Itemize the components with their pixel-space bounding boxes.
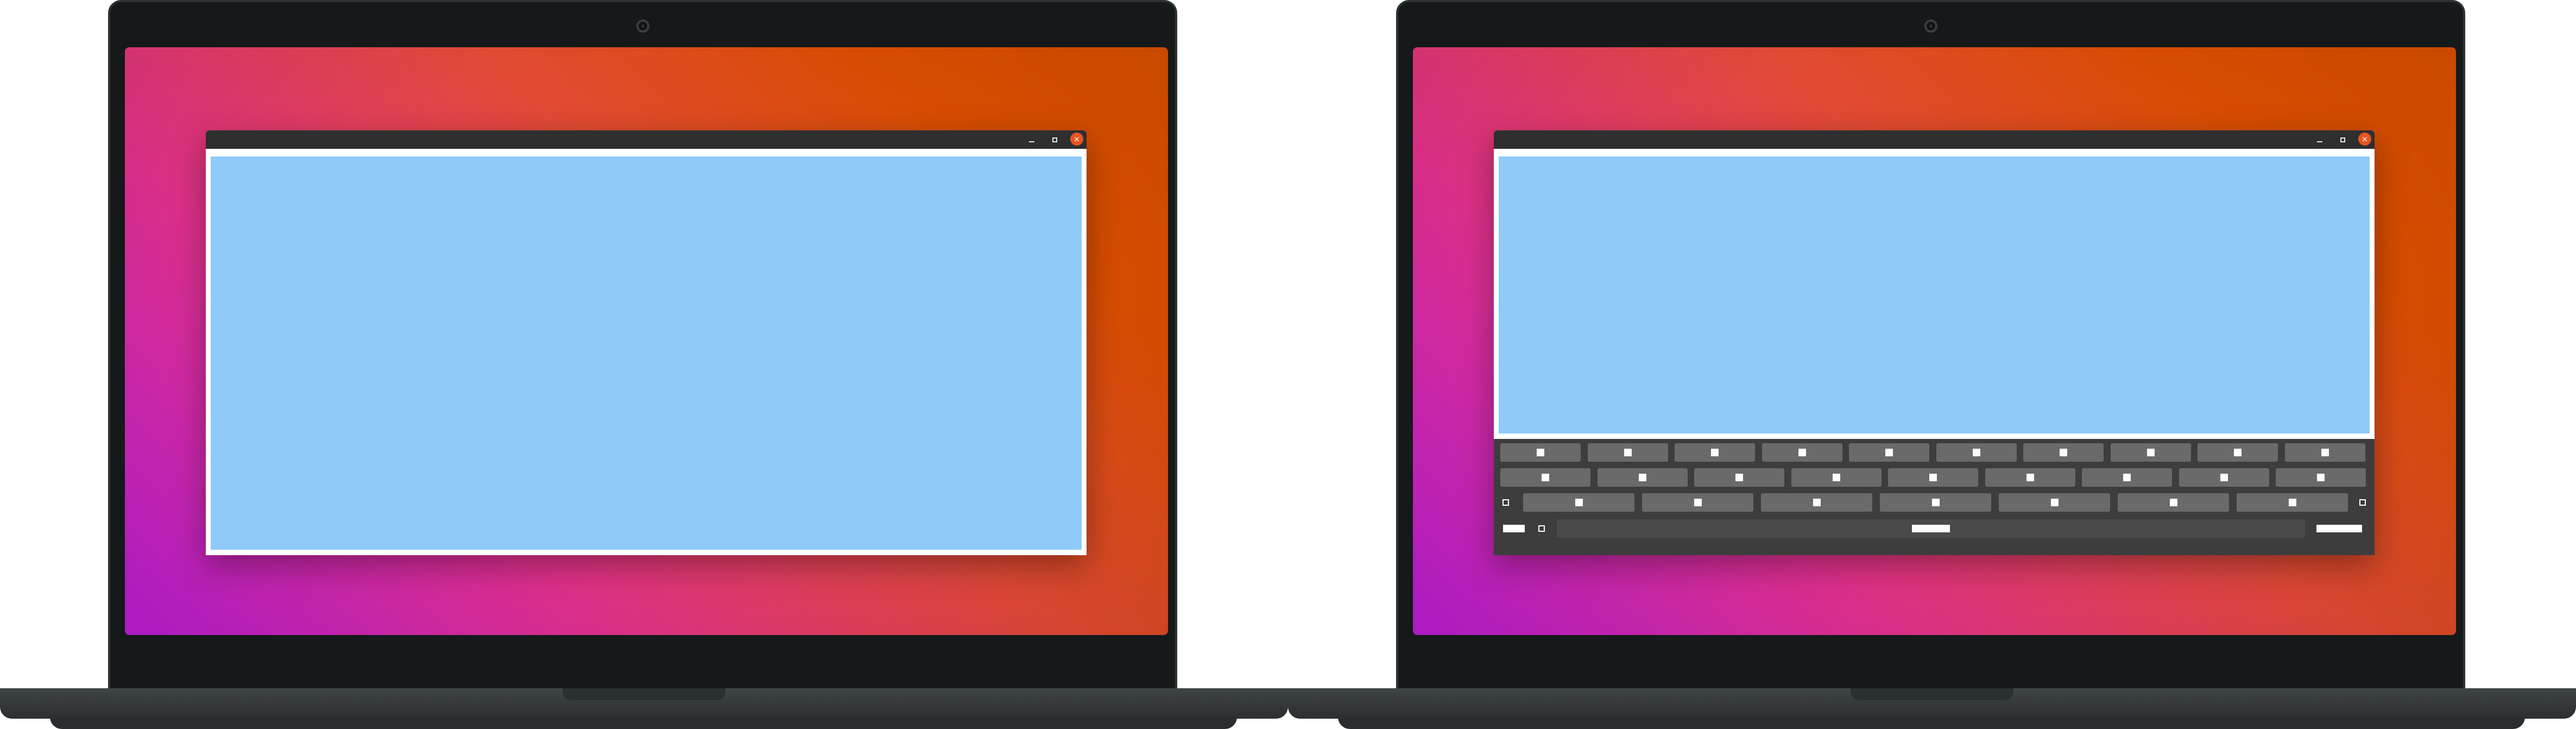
laptop-base-front	[1338, 717, 2525, 729]
keyboard-key[interactable]	[1761, 443, 1842, 462]
on-screen-keyboard	[1494, 439, 2375, 555]
key-glyph-icon	[1813, 499, 1821, 506]
maximize-icon[interactable]	[2337, 134, 2348, 146]
key-glyph-icon	[1694, 499, 1702, 506]
desktop-wallpaper: ×	[1413, 47, 2456, 635]
shift-right-key[interactable]	[2356, 493, 2369, 512]
keyboard-key[interactable]	[2110, 443, 2191, 462]
shift-left-key[interactable]	[1499, 493, 1512, 512]
keyboard-key[interactable]	[2276, 468, 2366, 487]
keyboard-key[interactable]	[2198, 443, 2278, 462]
key-glyph-icon	[1537, 449, 1544, 456]
key-glyph-icon	[2169, 499, 2177, 506]
key-glyph-icon	[2123, 474, 2131, 481]
keyboard-key[interactable]	[2118, 493, 2229, 512]
keyboard-key[interactable]	[2237, 493, 2348, 512]
space-bar-key[interactable]	[1557, 519, 2305, 538]
laptop-with-keyboard: ×	[1288, 0, 2576, 729]
key-glyph-icon	[2220, 474, 2228, 481]
enter-key[interactable]	[2310, 519, 2368, 538]
maximize-icon[interactable]	[1049, 134, 1060, 146]
keyboard-key[interactable]	[1999, 493, 2110, 512]
keyboard-row-1	[1494, 443, 2375, 462]
key-glyph-icon	[2026, 474, 2034, 481]
laptop-base-front	[50, 717, 1237, 729]
keyboard-key[interactable]	[1523, 493, 1634, 512]
key-glyph-icon	[2050, 499, 2059, 506]
keyboard-row-2	[1494, 468, 2375, 487]
keyboard-key[interactable]	[1500, 468, 1590, 487]
key-glyph-icon	[2317, 474, 2325, 481]
key-glyph-icon	[1931, 499, 1940, 506]
desktop-wallpaper: ×	[125, 47, 1168, 635]
keyboard-row-4	[1494, 519, 2375, 538]
key-glyph-icon	[2060, 449, 2067, 456]
keyboard-key[interactable]	[1761, 493, 1872, 512]
key-glyph-icon	[1832, 474, 1840, 481]
key-glyph-icon	[2146, 449, 2155, 456]
key-glyph-icon	[2321, 449, 2329, 456]
laptop-lid-notch	[563, 688, 725, 700]
key-glyph-icon	[1538, 525, 1545, 532]
emoji-key[interactable]	[1535, 519, 1548, 538]
laptop-lid: ×	[108, 0, 1177, 688]
app-window: ×	[206, 130, 1087, 555]
key-glyph-icon	[1575, 499, 1583, 506]
close-icon[interactable]: ×	[1070, 133, 1083, 146]
key-glyph-icon	[2288, 499, 2296, 506]
key-glyph-icon	[1624, 449, 1632, 456]
keyboard-row-3	[1494, 493, 2375, 512]
keyboard-key[interactable]	[2284, 443, 2365, 462]
window-titlebar[interactable]: ×	[1494, 130, 2375, 149]
key-glyph-icon	[1638, 474, 1646, 481]
keyboard-key[interactable]	[2179, 468, 2269, 487]
laptop-without-keyboard: ×	[0, 0, 1288, 729]
key-glyph-icon	[1542, 474, 1549, 481]
laptop-lid: ×	[1396, 0, 2465, 688]
keyboard-key[interactable]	[1642, 493, 1753, 512]
key-glyph-icon	[1502, 499, 1509, 506]
key-glyph-icon	[1711, 449, 1719, 456]
key-glyph-icon	[1798, 449, 1806, 456]
close-icon[interactable]: ×	[2358, 133, 2371, 146]
laptop-lid-notch	[1851, 688, 2013, 700]
app-window: ×	[1494, 130, 2375, 555]
keyboard-key[interactable]	[2023, 443, 2104, 462]
symbols-key[interactable]	[1500, 519, 1527, 538]
key-glyph-icon	[1912, 525, 1950, 532]
key-glyph-icon	[1735, 474, 1743, 481]
window-content-area[interactable]	[1499, 156, 2370, 433]
keyboard-key[interactable]	[1936, 443, 2017, 462]
key-glyph-icon	[1972, 449, 1980, 456]
keyboard-key[interactable]	[1597, 468, 1688, 487]
key-glyph-icon	[2316, 525, 2362, 532]
keyboard-key[interactable]	[1880, 493, 1991, 512]
keyboard-key[interactable]	[1694, 468, 1784, 487]
key-glyph-icon	[1503, 525, 1525, 532]
keyboard-key[interactable]	[1849, 443, 1929, 462]
keyboard-key[interactable]	[1985, 468, 2075, 487]
key-glyph-icon	[1929, 474, 1937, 481]
webcam-icon	[636, 20, 649, 33]
key-glyph-icon	[1885, 449, 1893, 456]
keyboard-key[interactable]	[1500, 443, 1581, 462]
keyboard-key[interactable]	[1587, 443, 1668, 462]
key-glyph-icon	[2359, 499, 2366, 506]
keyboard-key[interactable]	[1888, 468, 1978, 487]
key-glyph-icon	[2234, 449, 2242, 456]
minimize-icon[interactable]	[2314, 134, 2326, 146]
keyboard-key[interactable]	[1675, 443, 1755, 462]
keyboard-key[interactable]	[2082, 468, 2172, 487]
webcam-icon	[1924, 20, 1937, 33]
keyboard-key[interactable]	[1791, 468, 1882, 487]
window-content-area[interactable]	[211, 156, 1082, 550]
minimize-icon[interactable]	[1026, 134, 1038, 146]
window-titlebar[interactable]: ×	[206, 130, 1087, 149]
